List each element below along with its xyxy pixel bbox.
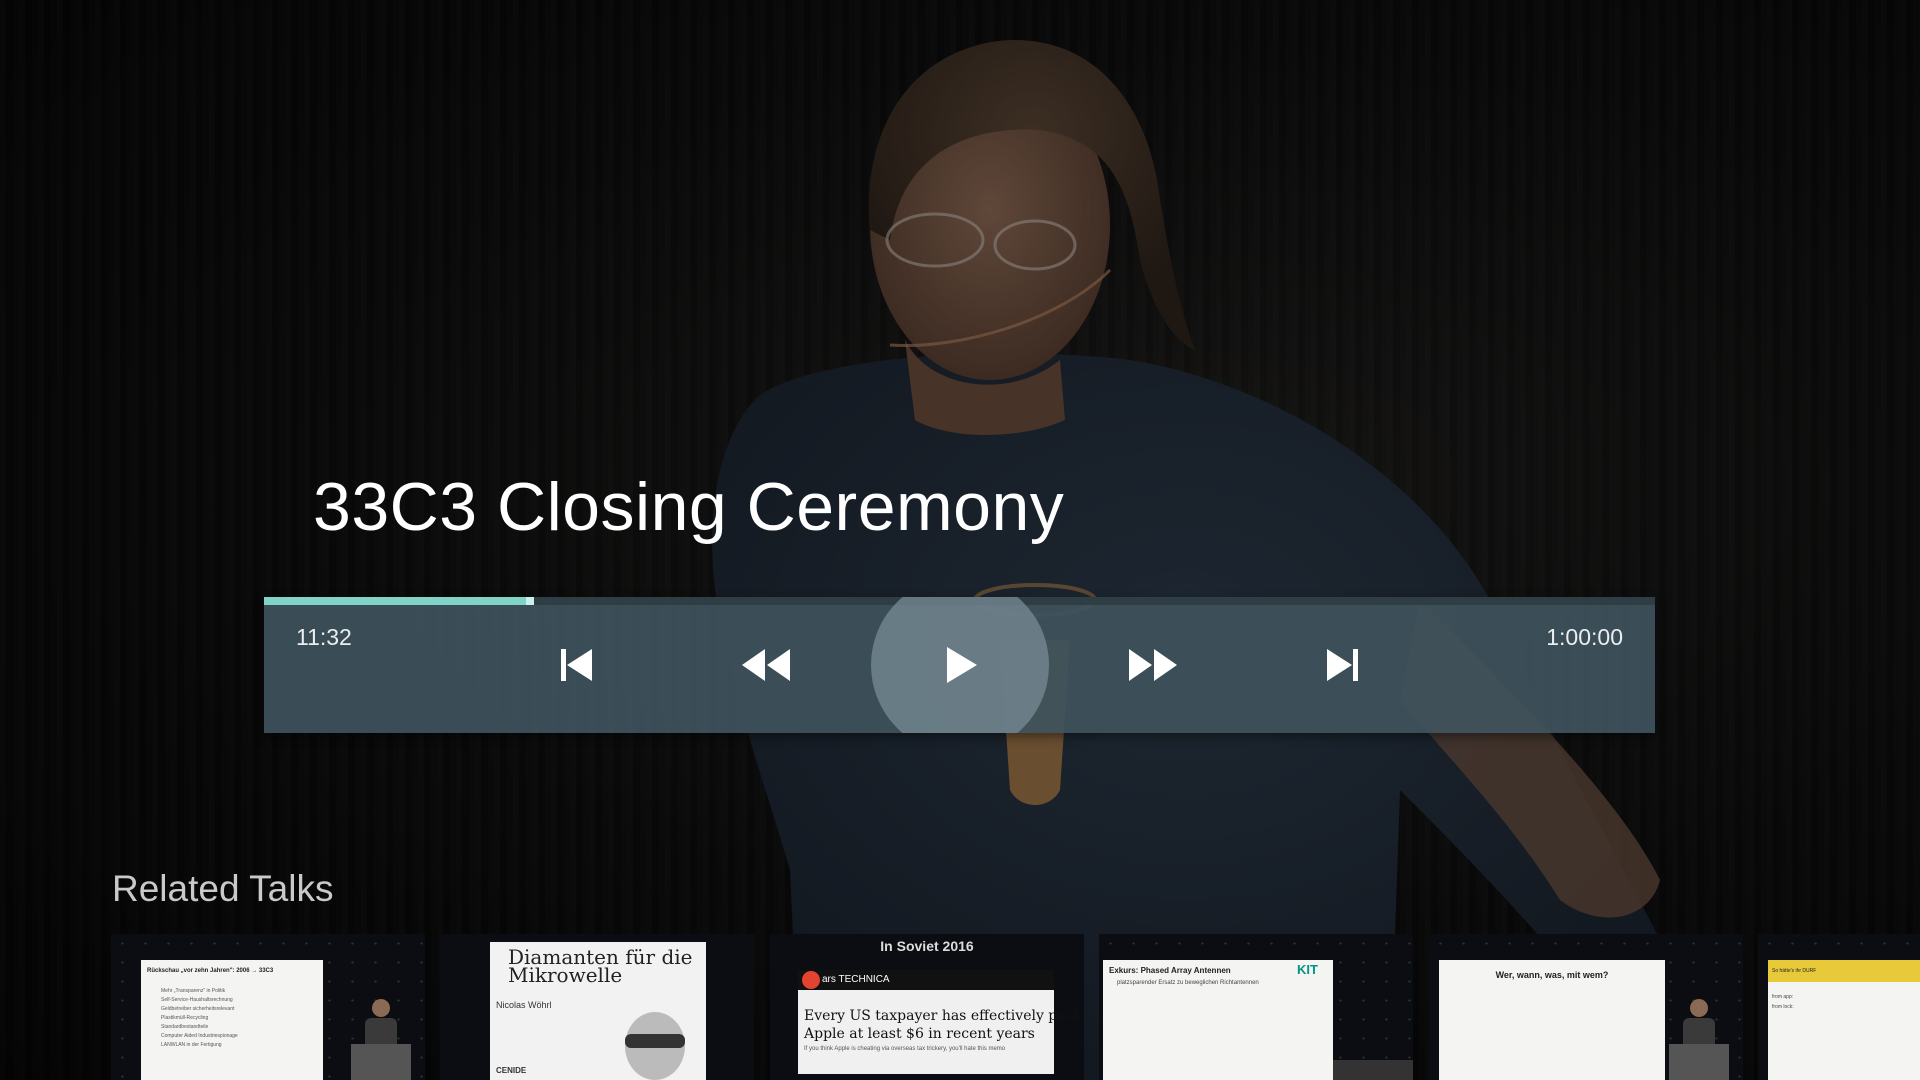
- related-talks-heading: Related Talks: [112, 868, 334, 909]
- thumb-slide-title: Diamanten für die Mikrowelle: [508, 945, 693, 987]
- related-talk-card[interactable]: Wer, wann, was, mit wem?: [1429, 934, 1743, 1080]
- thumb-brand: ars TECHNICA: [822, 974, 890, 985]
- thumb-bullet: Standardbestandteile: [161, 1024, 209, 1030]
- thumb-bullet: Geldbetreiber sicherheitsrelevant: [161, 1006, 235, 1012]
- skip-next-icon: [1327, 649, 1358, 681]
- thumb-subtext: If you think Apple is cheating via overs…: [804, 1046, 1006, 1052]
- thumb-line: from app:: [1772, 994, 1794, 1000]
- related-talk-card[interactable]: Exkurs: Phased Array Antennen platzspare…: [1099, 934, 1413, 1080]
- seek-bar-progress: [264, 597, 530, 605]
- related-talk-card[interactable]: Diamanten für die Mikrowelle Nicolas Wöh…: [440, 934, 754, 1080]
- video-title: 33C3 Closing Ceremony: [313, 469, 1065, 545]
- related-talk-card[interactable]: So hätte's ihr DURF from app: from lock:: [1758, 934, 1920, 1080]
- related-talk-card[interactable]: Rückschau „vor zehn Jahren": 2006 → 33C3…: [111, 934, 425, 1080]
- thumb-slide: So hätte's ihr DURF from app: from lock:: [1768, 960, 1920, 1080]
- current-time: 11:32: [296, 624, 352, 650]
- related-talks-row: Rückschau „vor zehn Jahren": 2006 → 33C3…: [111, 934, 1920, 1080]
- thumb-slide: Rückschau „vor zehn Jahren": 2006 → 33C3…: [141, 960, 323, 1080]
- thumb-slide-title: In Soviet 2016: [880, 938, 974, 954]
- thumb-slide: Diamanten für die Mikrowelle Nicolas Wöh…: [490, 942, 706, 1080]
- fast-forward-icon: [1129, 649, 1177, 681]
- thumb-slide-title: Exkurs: Phased Array Antennen: [1109, 966, 1231, 975]
- thumb-portrait: [625, 1012, 685, 1080]
- thumb-headline-line: Every US taxpayer has effectively paid: [804, 1008, 1080, 1024]
- thumb-logo: KIT: [1297, 962, 1318, 977]
- seek-bar-handle[interactable]: [525, 597, 534, 605]
- thumb-headline-line: Apple at least $6 in recent years: [804, 1026, 1035, 1042]
- ars-logo-icon: [802, 971, 820, 989]
- total-duration: 1:00:00: [1546, 624, 1623, 650]
- thumb-slide: Exkurs: Phased Array Antennen platzspare…: [1103, 960, 1333, 1080]
- rewind-button[interactable]: [740, 645, 792, 685]
- thumb-speaker: [1669, 999, 1729, 1080]
- related-talk-card[interactable]: In Soviet 2016 ars TECHNICA Every US tax…: [770, 934, 1084, 1080]
- thumb-speaker-inset: [1333, 1060, 1413, 1080]
- thumb-slide-title: So hätte's ihr DURF: [1772, 968, 1817, 974]
- thumb-bullet: platzsparender Ersatz zu beweglichen Ric…: [1117, 980, 1259, 986]
- thumb-slide-title: Wer, wann, was, mit wem?: [1495, 970, 1609, 980]
- skip-previous-button[interactable]: [556, 645, 596, 685]
- thumb-logo: CENIDE: [496, 1066, 527, 1075]
- thumb-slide-title: Rückschau „vor zehn Jahren": 2006 → 33C3: [147, 968, 274, 974]
- skip-previous-icon: [561, 649, 592, 681]
- thumb-slide: Wer, wann, was, mit wem?: [1439, 960, 1665, 1080]
- thumb-bullet: Mehr „Transparenz" in Politik: [161, 988, 226, 994]
- rewind-icon: [742, 649, 790, 681]
- play-button[interactable]: [941, 643, 981, 687]
- thumb-presenter: Nicolas Wöhrl: [496, 1000, 552, 1010]
- thumb-bullet: Self-Service-Haushaltsrechnung: [161, 997, 233, 1003]
- skip-next-button[interactable]: [1323, 645, 1363, 685]
- thumb-bullet: Computer Aided Industriespionage: [161, 1033, 238, 1039]
- thumb-slide: ars TECHNICA Every US taxpayer has effec…: [798, 970, 1079, 1074]
- play-icon: [947, 647, 977, 683]
- thumb-speaker: [351, 999, 411, 1080]
- fast-forward-button[interactable]: [1127, 645, 1179, 685]
- playback-control-bar: 11:32 1:00:00: [264, 597, 1655, 733]
- thumb-bullet: Plastikmüll-Recycling: [161, 1015, 209, 1021]
- thumb-line: from lock:: [1772, 1004, 1794, 1010]
- thumb-bullet: LANWLAN in der Fertigung: [161, 1042, 222, 1048]
